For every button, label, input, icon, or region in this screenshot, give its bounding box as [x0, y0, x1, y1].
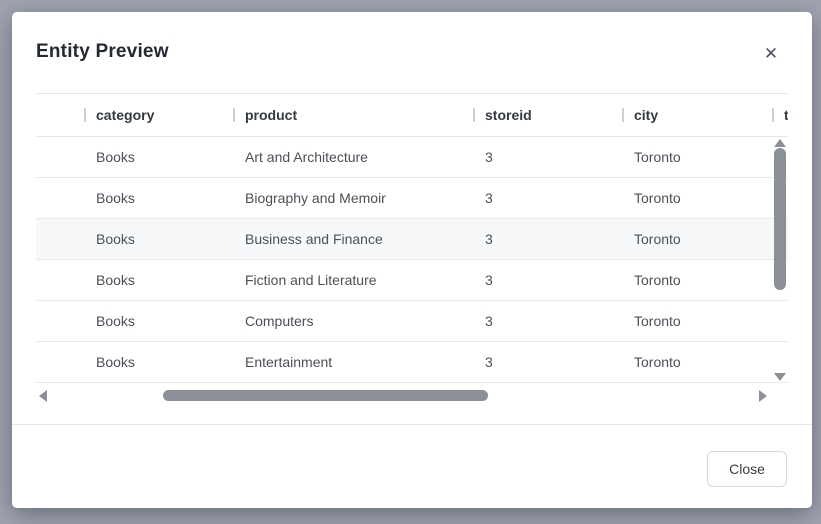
dialog-title: Entity Preview	[36, 41, 169, 62]
column-divider	[84, 108, 86, 122]
column-divider	[622, 108, 624, 122]
vertical-scrollbar-thumb[interactable]	[774, 148, 786, 290]
cell-city: Toronto	[634, 231, 681, 247]
cell-product: Entertainment	[245, 354, 333, 370]
cell-storeid: 3	[485, 313, 493, 329]
column-divider	[772, 108, 774, 122]
cell-storeid: 3	[485, 149, 493, 165]
table-row[interactable]: Books Entertainment 3 Toronto	[36, 342, 788, 383]
cell-storeid: 3	[485, 354, 493, 370]
cell-city: Toronto	[634, 354, 681, 370]
horizontal-scrollbar-thumb[interactable]	[163, 390, 488, 401]
cell-storeid: 3	[485, 272, 493, 288]
header-gutter	[36, 94, 84, 136]
cell-city: Toronto	[634, 272, 681, 288]
table-row[interactable]: Books Biography and Memoir 3 Toronto	[36, 178, 788, 219]
cell-city: Toronto	[634, 149, 681, 165]
cell-storeid: 3	[485, 190, 493, 206]
table-row[interactable]: Books Business and Finance 3 Toronto	[36, 219, 788, 260]
column-label: category	[96, 107, 155, 123]
column-label: product	[245, 107, 298, 123]
table-row[interactable]: Books Computers 3 Toronto	[36, 301, 788, 342]
column-label: t	[784, 107, 788, 123]
scroll-down-icon[interactable]	[774, 373, 786, 381]
cell-storeid: 3	[485, 231, 493, 247]
cell-product: Art and Architecture	[245, 149, 368, 165]
column-divider	[473, 108, 475, 122]
cell-product: Fiction and Literature	[245, 272, 377, 288]
column-label: city	[634, 107, 659, 123]
cell-category: Books	[96, 149, 135, 165]
cell-product: Biography and Memoir	[245, 190, 386, 206]
column-header-category: category	[84, 94, 233, 136]
table-row[interactable]: Books Fiction and Literature 3 Toronto	[36, 260, 788, 301]
cell-category: Books	[96, 313, 135, 329]
cell-category: Books	[96, 354, 135, 370]
column-header-truncated: t	[772, 94, 788, 136]
scroll-right-icon[interactable]	[759, 390, 767, 402]
cell-city: Toronto	[634, 313, 681, 329]
table-header-row: category product storeid city t	[36, 93, 788, 137]
cell-category: Books	[96, 231, 135, 247]
column-header-storeid: storeid	[473, 94, 622, 136]
close-icon[interactable]: ✕	[761, 44, 781, 64]
scroll-left-icon[interactable]	[39, 390, 47, 402]
scroll-up-icon[interactable]	[774, 139, 786, 147]
entity-preview-dialog: Entity Preview ✕ category product storei…	[12, 12, 812, 508]
cell-category: Books	[96, 272, 135, 288]
cell-product: Business and Finance	[245, 231, 383, 247]
cell-product: Computers	[245, 313, 314, 329]
column-label: storeid	[485, 107, 532, 123]
column-header-city: city	[622, 94, 772, 136]
close-button[interactable]: Close	[707, 451, 787, 487]
column-header-product: product	[233, 94, 473, 136]
cell-category: Books	[96, 190, 135, 206]
preview-table: category product storeid city t Books Ar…	[36, 93, 788, 383]
footer-divider	[12, 424, 812, 425]
table-row[interactable]: Books Art and Architecture 3 Toronto	[36, 137, 788, 178]
cell-city: Toronto	[634, 190, 681, 206]
column-divider	[233, 108, 235, 122]
